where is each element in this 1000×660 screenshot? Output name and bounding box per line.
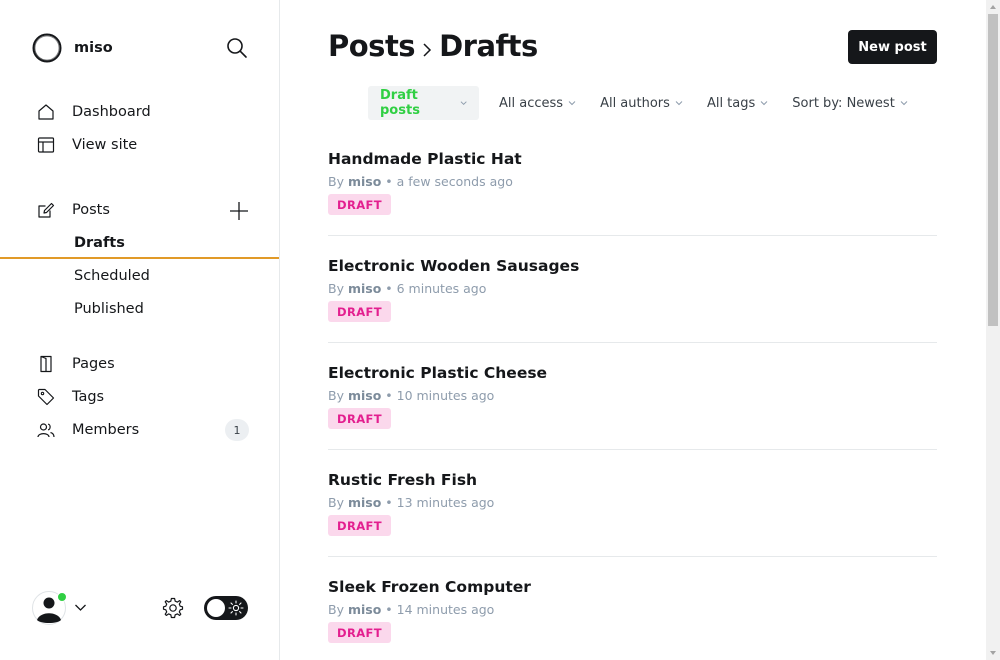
post-meta-by: By (328, 602, 348, 617)
sidebar-item-view-site[interactable]: View site (0, 130, 279, 160)
filter-access-dropdown[interactable]: All access (487, 86, 588, 120)
filter-authors-dropdown[interactable]: All authors (588, 86, 695, 120)
filter-authors-label: All authors (600, 95, 670, 111)
members-icon (37, 423, 55, 438)
post-meta-by: By (328, 388, 348, 403)
edit-icon (38, 202, 55, 218)
scroll-down-arrow-icon[interactable] (989, 649, 997, 657)
sidebar-item-label: Tags (72, 389, 105, 405)
post-time: • 10 minutes ago (381, 388, 495, 403)
breadcrumb: Posts Drafts (328, 28, 538, 64)
scroll-up-arrow-icon[interactable] (989, 3, 997, 11)
sun-icon (228, 600, 244, 616)
sidebar-item-label: Members (72, 422, 140, 438)
post-list-item[interactable]: Sleek Frozen Computer By miso • 14 minut… (328, 557, 937, 660)
post-title: Handmade Plastic Hat (328, 150, 522, 168)
filter-type-dropdown[interactable]: Draft posts (368, 86, 479, 120)
post-author: miso (347, 281, 382, 296)
post-time: • 6 minutes ago (381, 281, 487, 296)
filter-bar: Draft posts All access All authors All t… (368, 86, 920, 120)
status-badge: DRAFT (328, 301, 392, 322)
sidebar-subitem-scheduled[interactable]: Scheduled (0, 261, 279, 291)
post-list-item[interactable]: Electronic Wooden Sausages By miso • 6 m… (328, 236, 937, 343)
sidebar-item-label: View site (72, 137, 138, 153)
sidebar-subitem-label: Drafts (74, 235, 125, 251)
post-title: Sleek Frozen Computer (328, 578, 531, 596)
sidebar-item-label: Dashboard (72, 104, 151, 120)
sidebar-item-dashboard[interactable]: Dashboard (0, 97, 279, 127)
add-post-icon[interactable] (229, 201, 249, 221)
status-badge: DRAFT (328, 622, 392, 643)
brand-logo-icon (32, 33, 62, 63)
tag-icon (37, 388, 55, 406)
breadcrumb-posts[interactable]: Posts (328, 29, 416, 63)
vertical-scrollbar[interactable] (986, 0, 1000, 660)
post-meta: By miso • 10 minutes ago (328, 388, 494, 403)
scrollbar-thumb[interactable] (988, 14, 998, 326)
status-badge: DRAFT (328, 194, 392, 215)
post-meta: By miso • 14 minutes ago (328, 602, 494, 617)
post-meta: By miso • 13 minutes ago (328, 495, 494, 510)
filter-type-label: Draft posts (380, 88, 420, 118)
post-meta-by: By (328, 281, 348, 296)
post-meta: By miso • a few seconds ago (328, 174, 513, 189)
theme-toggle[interactable] (204, 596, 248, 620)
post-list-item[interactable]: Handmade Plastic Hat By miso • a few sec… (328, 129, 937, 236)
sort-dropdown[interactable]: Sort by: Newest (780, 86, 920, 120)
sidebar-subitem-label: Published (74, 301, 144, 317)
sidebar: miso Dashboard View site Posts Drafts Sc… (0, 0, 280, 660)
post-title: Electronic Plastic Cheese (328, 364, 548, 382)
page-icon (40, 355, 52, 373)
online-status-dot (57, 592, 67, 602)
sidebar-subitem-published[interactable]: Published (0, 294, 279, 324)
sidebar-item-label: Pages (72, 356, 115, 372)
chevron-down-icon[interactable] (74, 601, 87, 614)
sidebar-item-label: Posts (72, 202, 110, 218)
status-badge: DRAFT (328, 408, 392, 429)
main-content: Posts Drafts New post Draft posts All ac… (280, 0, 986, 660)
chevron-down-icon (900, 101, 908, 106)
page-title: Drafts (439, 29, 538, 63)
brand-name: miso (74, 40, 113, 56)
post-meta: By miso • 6 minutes ago (328, 281, 486, 296)
filter-tags-dropdown[interactable]: All tags (695, 86, 780, 120)
post-title: Rustic Fresh Fish (328, 471, 478, 489)
search-icon[interactable] (226, 37, 248, 59)
sidebar-item-pages[interactable]: Pages (0, 349, 279, 379)
chevron-down-icon (675, 101, 683, 106)
gear-icon[interactable] (162, 597, 184, 619)
filter-access-label: All access (499, 95, 564, 111)
post-meta-by: By (328, 495, 348, 510)
sidebar-item-tags[interactable]: Tags (0, 382, 279, 412)
post-author: miso (347, 174, 382, 189)
chevron-down-icon (568, 101, 576, 106)
layout-icon (37, 137, 55, 153)
chevron-down-icon (460, 101, 467, 106)
post-author: miso (347, 495, 382, 510)
post-author: miso (347, 602, 382, 617)
sidebar-subitem-label: Scheduled (74, 268, 150, 284)
new-post-button[interactable]: New post (848, 30, 937, 64)
status-badge: DRAFT (328, 515, 392, 536)
toggle-knob (207, 599, 225, 617)
house-icon (38, 104, 54, 120)
post-author: miso (347, 388, 382, 403)
sidebar-subitem-drafts[interactable]: Drafts (0, 229, 279, 259)
post-time: • 14 minutes ago (381, 602, 495, 617)
filter-tags-label: All tags (706, 95, 756, 111)
members-count-badge: 1 (225, 419, 249, 441)
chevron-down-icon (760, 101, 768, 106)
post-list-item[interactable]: Rustic Fresh Fish By miso • 13 minutes a… (328, 450, 937, 557)
sort-label: Sort by: Newest (792, 95, 895, 111)
post-time: • a few seconds ago (381, 174, 513, 189)
post-list-item[interactable]: Electronic Plastic Cheese By miso • 10 m… (328, 343, 937, 450)
post-title: Electronic Wooden Sausages (328, 257, 580, 275)
post-time: • 13 minutes ago (381, 495, 495, 510)
post-meta-by: By (328, 174, 348, 189)
brand[interactable]: miso (32, 33, 113, 63)
chevron-right-icon (423, 43, 432, 57)
